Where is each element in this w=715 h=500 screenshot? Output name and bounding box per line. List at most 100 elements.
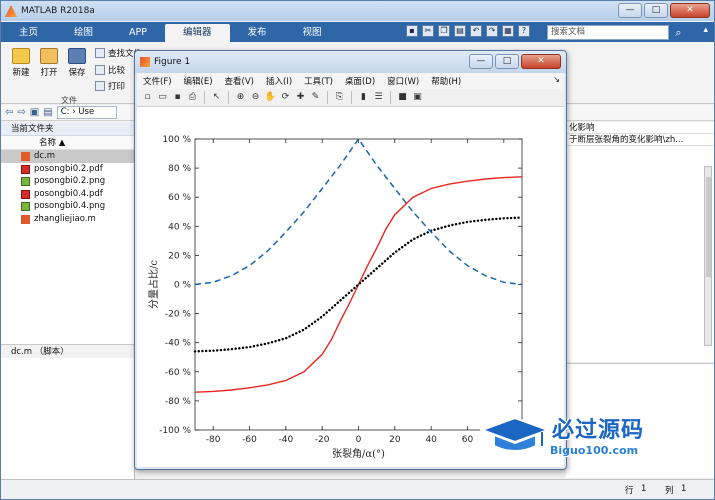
file-item[interactable]: posongbi0.4.png <box>1 200 134 213</box>
figure-close-button[interactable]: ✕ <box>521 54 561 69</box>
print-button[interactable]: 打印 <box>95 80 125 92</box>
hide-plot-tools-icon[interactable]: ■ <box>396 91 409 104</box>
row-value: 1 <box>641 484 647 494</box>
compare-label: 比较 <box>108 66 126 76</box>
menu-window[interactable]: 窗口(W) <box>381 75 425 87</box>
file-item[interactable]: dc.m <box>1 150 134 163</box>
menu-tools[interactable]: 工具(T) <box>298 75 339 87</box>
zoom-in-icon[interactable]: ⊕ <box>234 91 247 104</box>
x-tick-label: -20 <box>315 435 330 445</box>
y-tick-label: -80 % <box>165 397 192 407</box>
pdf-file-icon <box>21 189 30 199</box>
figure-toolbar: ▫ ▭ ▪ ⎙ ↖ ⊕ ⊖ ✋ ⟳ ✚ ✎ ⎘ ▮ ☰ ■ ▣ <box>137 89 564 107</box>
insert-colorbar-icon[interactable]: ▮ <box>357 91 370 104</box>
edit-plot-arrow-icon[interactable]: ↖ <box>210 91 223 104</box>
pdf-file-icon <box>21 164 30 174</box>
y-axis-label: 分量占比/c <box>147 260 160 309</box>
x-tick-label: -60 <box>242 435 257 445</box>
y-tick-label: 0 % <box>174 281 192 291</box>
file-item[interactable]: zhangliejiao.m <box>1 213 134 226</box>
menu-file[interactable]: 文件(F) <box>137 75 178 87</box>
current-folder-path[interactable]: C: › Use <box>56 106 117 119</box>
new-button[interactable]: 新建 <box>9 48 33 78</box>
print-icon <box>95 81 105 91</box>
save-icon[interactable]: ▪ <box>406 25 418 37</box>
tab-editor[interactable]: 编辑器 <box>165 24 230 42</box>
dock-figure-icon[interactable]: ↘ <box>553 75 560 84</box>
menu-help[interactable]: 帮助(H) <box>425 75 467 87</box>
tab-publish[interactable]: 发布 <box>230 24 285 42</box>
file-item[interactable]: posongbi0.4.pdf <box>1 188 134 201</box>
browse-folder-icon[interactable]: ▤ <box>43 107 52 118</box>
save-button[interactable]: 保存 <box>65 48 89 78</box>
current-folder-title: 当前文件夹 <box>1 122 134 136</box>
file-name: posongbi0.4.pdf <box>34 188 103 199</box>
toolbar-separator <box>228 91 229 104</box>
editor-scrollbar[interactable] <box>704 166 712 346</box>
minimize-button[interactable]: — <box>618 3 642 18</box>
print-figure-icon[interactable]: ⎙ <box>186 91 199 104</box>
menu-view[interactable]: 查看(V) <box>219 75 260 87</box>
save-figure-icon[interactable]: ▪ <box>171 91 184 104</box>
data-cursor-icon[interactable]: ✚ <box>294 91 307 104</box>
redo-icon[interactable]: ↷ <box>486 25 498 37</box>
rotate-3d-icon[interactable]: ⟳ <box>279 91 292 104</box>
figure-minimize-button[interactable]: — <box>469 54 493 69</box>
brush-icon[interactable]: ✎ <box>309 91 322 104</box>
compare-button[interactable]: 比较 <box>95 64 125 76</box>
up-folder-icon[interactable]: ▣ <box>30 107 39 118</box>
save-disk-icon <box>68 48 86 64</box>
y-tick-label: 20 % <box>168 251 191 261</box>
file-item[interactable]: posongbi0.2.png <box>1 175 134 188</box>
menu-desktop[interactable]: 桌面(D) <box>339 75 381 87</box>
new-figure-icon[interactable]: ▫ <box>141 91 154 104</box>
search-icon[interactable]: ⌕ <box>671 25 686 40</box>
watermark-logo: 必过源码 Biguo100.com <box>480 408 690 468</box>
open-button[interactable]: 打开 <box>37 48 61 78</box>
tab-apps[interactable]: APP <box>111 24 165 42</box>
figure-title: Figure 1 <box>154 57 191 67</box>
current-folder-panel: 当前文件夹 名称 ▲ dc.m posongbi0.2.pdf posongbi… <box>1 122 135 494</box>
toolbar-separator <box>327 91 328 104</box>
undo-icon[interactable]: ↶ <box>470 25 482 37</box>
tab-plots[interactable]: 绘图 <box>56 24 111 42</box>
zoom-out-icon[interactable]: ⊖ <box>249 91 262 104</box>
figure-maximize-button[interactable]: □ <box>495 54 519 69</box>
forward-arrow-icon[interactable]: ⇨ <box>17 107 25 118</box>
file-item[interactable]: posongbi0.2.pdf <box>1 163 134 176</box>
tab-home[interactable]: 主页 <box>1 24 56 42</box>
tab-view[interactable]: 视图 <box>285 24 340 42</box>
file-name: zhangliejiao.m <box>34 213 96 224</box>
show-plot-tools-icon[interactable]: ▣ <box>411 91 424 104</box>
matlab-logo-icon <box>5 5 17 17</box>
link-plot-icon[interactable]: ⎘ <box>333 91 346 104</box>
x-tick-label: 40 <box>425 435 437 445</box>
pan-hand-icon[interactable]: ✋ <box>264 91 277 104</box>
main-window-controls: — □ ✕ <box>618 3 710 18</box>
close-button[interactable]: ✕ <box>670 3 710 18</box>
editor-path: 于断层张裂角的变化影响\zh... <box>566 134 714 146</box>
switch-windows-icon[interactable]: ▦ <box>502 25 514 37</box>
file-name: posongbi0.4.png <box>34 201 106 211</box>
file-name: posongbi0.2.png <box>34 176 106 186</box>
save-button-label: 保存 <box>68 68 86 78</box>
insert-legend-icon[interactable]: ☰ <box>372 91 385 104</box>
open-file-icon[interactable]: ▭ <box>156 91 169 104</box>
collapse-toolstrip-icon[interactable]: ▴ <box>703 25 708 35</box>
cut-icon[interactable]: ✂ <box>422 25 434 37</box>
y-tick-label: 60 % <box>168 193 191 203</box>
maximize-button[interactable]: □ <box>644 3 668 18</box>
quick-access-toolbar: ▪ ✂ ❐ ▤ ↶ ↷ ▦ ? <box>406 25 530 37</box>
x-tick-label: -80 <box>206 435 221 445</box>
copy-icon[interactable]: ❐ <box>438 25 450 37</box>
help-icon[interactable]: ? <box>518 25 530 37</box>
paste-icon[interactable]: ▤ <box>454 25 466 37</box>
watermark-url-text: Biguo100.com <box>550 444 639 457</box>
menu-insert[interactable]: 插入(I) <box>260 75 298 87</box>
back-arrow-icon[interactable]: ⇦ <box>5 107 13 118</box>
menu-edit[interactable]: 编辑(E) <box>178 75 219 87</box>
editor-tab-title[interactable]: 化影响 <box>566 122 714 134</box>
figure-menubar: 文件(F) 编辑(E) 查看(V) 插入(I) 工具(T) 桌面(D) 窗口(W… <box>137 73 564 89</box>
search-documentation-input[interactable]: 搜索文档 <box>547 25 669 40</box>
name-column-header[interactable]: 名称 ▲ <box>1 136 134 150</box>
